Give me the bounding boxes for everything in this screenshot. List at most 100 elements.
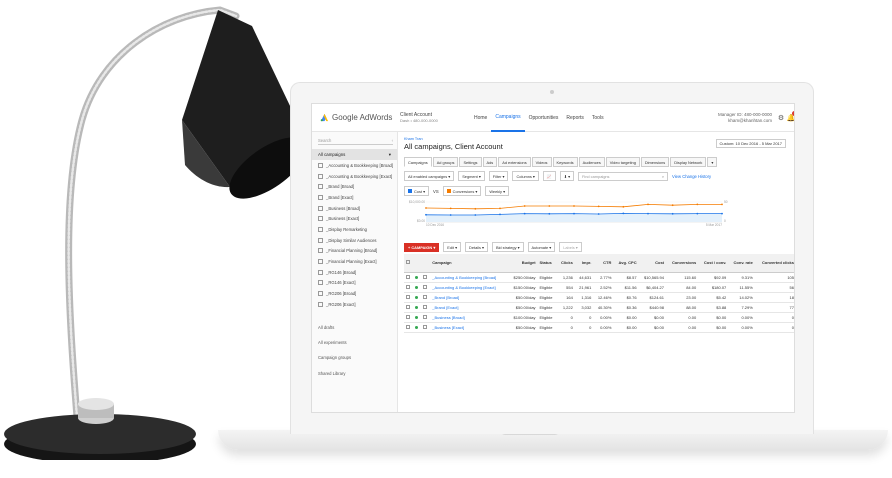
table-cell[interactable]: $100.00/day xyxy=(507,312,538,323)
sidebar-search[interactable]: Search ‹ xyxy=(318,136,393,145)
table-row[interactable]: _Accounting & Bookkeeping [Exact] $150.00… xyxy=(404,282,794,293)
edit-dropdown[interactable]: Edit ▾ xyxy=(443,242,462,252)
nav-tab-home[interactable]: Home xyxy=(470,104,491,132)
campaign-name-link[interactable]: _Business [Exact] xyxy=(430,322,508,333)
sidebar-campaign-item[interactable]: _Financial Planning [Exact] xyxy=(312,256,397,267)
manager-account[interactable]: Manager ID: 480-000-0000 kham@khanhtan.c… xyxy=(718,112,776,124)
column-header[interactable]: Cost xyxy=(638,254,666,273)
sidebar-campaign-item[interactable]: _Brand [Broad] xyxy=(312,181,397,192)
sidebar-link-shared-library[interactable]: Shared Library xyxy=(312,366,397,381)
row-checkbox-cell[interactable] xyxy=(404,322,414,333)
checkbox[interactable] xyxy=(406,284,410,289)
columns-dropdown[interactable]: Columns ▾ xyxy=(512,171,539,181)
table-cell[interactable]: $250.00/day xyxy=(507,272,538,283)
column-header[interactable]: Conversions xyxy=(666,254,699,273)
column-header[interactable]: Converted clicks xyxy=(754,254,794,273)
tab-9[interactable]: Dimensions xyxy=(640,157,670,167)
checkbox[interactable] xyxy=(406,260,410,265)
campaign-name-link[interactable]: _Business [Broad] xyxy=(430,312,508,323)
nav-tab-opportunities[interactable]: Opportunities xyxy=(525,104,563,132)
sidebar-campaign-item[interactable]: _Brand [Exact] xyxy=(312,192,397,203)
metric2-dropdown[interactable]: Conversions ▾ xyxy=(442,186,482,196)
tab-1[interactable]: Ad groups xyxy=(432,157,459,167)
checkbox[interactable] xyxy=(406,304,410,309)
sidebar-campaign-item[interactable]: _Business [Broad] xyxy=(312,203,397,214)
date-range-picker[interactable]: Custom: 10 Dec 2016 - 5 Mar 2017 xyxy=(715,139,786,148)
sidebar-all-campaigns[interactable]: All campaigns ▾ xyxy=(312,149,397,160)
tab-8[interactable]: Video targeting xyxy=(605,157,640,167)
table-row[interactable]: _Brand [Broad] $50.00/day Eligible 164 1,316… xyxy=(404,292,794,303)
tab-5[interactable]: Videos xyxy=(531,157,552,167)
table-cell[interactable]: $50.00/day xyxy=(507,292,538,303)
row-checkbox-cell[interactable] xyxy=(404,312,414,323)
column-header[interactable]: Clicks xyxy=(556,254,575,273)
sidebar-campaign-item[interactable]: _Display Similar Audiences xyxy=(312,235,397,246)
campaign-name-link[interactable]: _Accounting & Bookkeeping [Exact] xyxy=(430,282,508,293)
checkbox[interactable] xyxy=(406,314,410,319)
row-checkbox-cell[interactable] xyxy=(404,302,414,313)
tab-10[interactable]: Display Network xyxy=(670,157,707,167)
column-header[interactable]: Budget xyxy=(507,254,538,273)
select-all-checkbox-cell[interactable] xyxy=(404,254,414,273)
sidebar-link-drafts[interactable]: All drafts xyxy=(312,320,397,335)
column-header[interactable]: CTR xyxy=(593,254,614,273)
segment-dropdown[interactable]: Segment ▾ xyxy=(458,171,485,181)
period-dropdown[interactable]: Weekly ▾ xyxy=(485,186,510,196)
sidebar-link-experiments[interactable]: All experiments xyxy=(312,335,397,350)
bell-icon[interactable]: 🔔1 xyxy=(786,110,794,122)
sidebar-campaign-item[interactable]: _Accounting & Bookkeeping [Broad] xyxy=(312,160,397,171)
nav-tab-campaigns[interactable]: Campaigns xyxy=(491,104,525,132)
sidebar-campaign-item[interactable]: _Financial Planning [Broad] xyxy=(312,246,397,257)
row-checkbox-cell[interactable] xyxy=(404,272,414,283)
table-row[interactable]: _Accounting & Bookkeeping [Broad] $250.00… xyxy=(404,272,794,283)
bid-strategy-dropdown[interactable]: Bid strategy ▾ xyxy=(491,242,524,252)
table-cell[interactable]: $150.00/day xyxy=(507,282,538,293)
sidebar-campaign-item[interactable]: _RG146 [Broad] xyxy=(312,267,397,278)
nav-tab-tools[interactable]: Tools xyxy=(588,104,608,132)
column-header[interactable]: Campaign xyxy=(430,254,508,273)
campaign-search-input[interactable]: Find campaigns ⌕ xyxy=(578,171,669,181)
tab-0[interactable]: Campaigns xyxy=(404,157,432,167)
sidebar-campaign-item[interactable]: _RG146 [Exact] xyxy=(312,278,397,289)
checkbox[interactable] xyxy=(406,294,410,299)
tab-7[interactable]: Audiences xyxy=(578,157,605,167)
add-campaign-button[interactable]: + CAMPAIGN ▾ xyxy=(404,242,440,252)
column-header[interactable]: Status xyxy=(537,254,557,273)
automate-dropdown[interactable]: Automate ▾ xyxy=(527,242,556,252)
tab-6[interactable]: Keywords xyxy=(552,157,578,167)
table-row[interactable]: _Business [Broad] $100.00/day Eligible 0 0 0.… xyxy=(404,312,794,323)
collapse-icon[interactable]: ‹ xyxy=(392,138,393,143)
table-cell[interactable]: $50.00/day xyxy=(507,322,538,333)
campaign-name-link[interactable]: _Accounting & Bookkeeping [Broad] xyxy=(430,272,508,283)
filter-dropdown[interactable]: Filter ▾ xyxy=(488,171,509,181)
tab-11[interactable]: ▾ xyxy=(707,157,718,167)
column-header[interactable]: Cost / conv. xyxy=(698,254,729,273)
column-header[interactable]: Conv. rate xyxy=(728,254,755,273)
account-switcher[interactable]: Client Account Dash • 480-000-0000 xyxy=(400,112,470,124)
sidebar-campaign-item[interactable]: _RG206 [Exact] xyxy=(312,299,397,310)
details-dropdown[interactable]: Details ▾ xyxy=(465,242,488,252)
checkbox[interactable] xyxy=(406,324,410,329)
column-header[interactable]: Impr. xyxy=(574,254,594,273)
sidebar-campaign-item[interactable]: _Display Remarketing xyxy=(312,224,397,235)
metric1-dropdown[interactable]: Cost ▾ xyxy=(404,186,430,196)
labels-dropdown[interactable]: Labels ▾ xyxy=(559,242,582,252)
chevron-down-icon[interactable]: ▾ xyxy=(389,152,391,158)
sidebar-campaign-item[interactable]: _Accounting & Bookkeeping [Exact] xyxy=(312,171,397,182)
tab-2[interactable]: Settings xyxy=(459,157,482,167)
gear-icon[interactable]: ⚙ xyxy=(776,114,786,122)
breadcrumb[interactable]: Kham Tran xyxy=(404,137,423,141)
sidebar-link-campaign-groups[interactable]: Campaign groups xyxy=(312,350,397,365)
enabled-campaigns-dropdown[interactable]: All enabled campaigns ▾ xyxy=(404,171,455,181)
nav-tab-reports[interactable]: Reports xyxy=(562,104,588,132)
chart-icon[interactable]: 📈 xyxy=(542,171,556,181)
adwords-logo[interactable]: Google AdWords xyxy=(312,113,400,122)
sidebar-campaign-item[interactable]: _Business [Exact] xyxy=(312,213,397,224)
row-checkbox-cell[interactable] xyxy=(404,282,414,293)
download-icon[interactable]: ⬇ ▾ xyxy=(559,171,575,181)
column-header[interactable]: Avg. CPC xyxy=(613,254,639,273)
campaign-name-link[interactable]: _Brand [Exact] xyxy=(430,302,508,313)
tab-3[interactable]: Ads xyxy=(482,157,498,167)
campaign-name-link[interactable]: _Brand [Broad] xyxy=(430,292,508,303)
checkbox[interactable] xyxy=(406,274,410,279)
